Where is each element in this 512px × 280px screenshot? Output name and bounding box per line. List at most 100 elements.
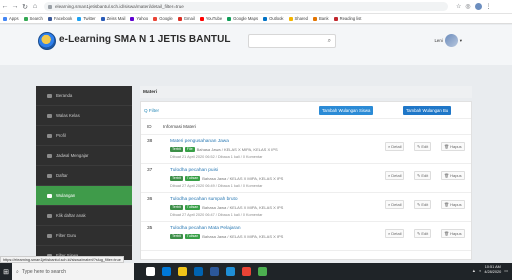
search-icon[interactable]: ⌕ — [328, 38, 331, 45]
network-icon[interactable]: ▲ — [472, 268, 476, 273]
reload-icon[interactable]: ↻ — [20, 3, 30, 11]
row-tags: Terbit Tulisan Bahasa Jawa / KELAS X MIP… — [170, 234, 283, 239]
row-subject: Bahasa Jawa / KELAS X MIPA, KELAS X IPS — [196, 147, 278, 152]
delete-button[interactable]: 🗑 Hapus — [441, 142, 465, 151]
star-icon[interactable]: ☆ — [456, 3, 461, 10]
maps-icon — [227, 16, 232, 21]
row-tags: Terbit Tulisan Bahasa Jawa / KELAS X MIP… — [170, 205, 283, 210]
file-explorer-icon[interactable] — [178, 267, 187, 276]
site-search[interactable]: ⌕ — [248, 34, 336, 48]
column-info: Informasi Materi — [163, 124, 196, 129]
edit-button[interactable]: ✎ Edit — [414, 171, 432, 180]
sidebar-item-klik-daftar[interactable]: Klik daftar anak — [36, 206, 132, 226]
bookmark-youtube[interactable]: YouTube — [199, 16, 222, 21]
sidebar-item-filter-guru[interactable]: Filter Guru — [36, 226, 132, 246]
page-title: Materi — [140, 86, 472, 98]
extension-icon[interactable]: ◎ — [465, 3, 470, 10]
bookmark-facebook[interactable]: Facebook — [47, 16, 72, 21]
bookmark-google[interactable]: Google — [153, 16, 173, 21]
filter-button[interactable]: Q Filter — [144, 108, 159, 113]
edge-icon[interactable] — [162, 267, 171, 276]
delete-button[interactable]: 🗑 Hapus — [441, 200, 465, 209]
row-title-link[interactable]: Tulodha pecahan puisi — [170, 168, 218, 173]
delete-button[interactable]: 🗑 Hapus — [441, 171, 465, 180]
profile-avatar[interactable] — [474, 3, 482, 10]
bookmark-search[interactable]: Search — [23, 16, 43, 21]
trash-icon: 🗑 — [444, 173, 450, 178]
sidebar-item-wulangan[interactable]: Wulangan — [36, 186, 132, 206]
bookmark-yahoo[interactable]: Yahoo — [130, 16, 148, 21]
bookmark-gmail[interactable]: Gmail — [177, 16, 195, 21]
word-icon[interactable] — [210, 267, 219, 276]
detail-button[interactable]: ⌕ Detail — [385, 142, 405, 151]
bookmark-mail[interactable]: Zeiss Mail — [100, 16, 125, 21]
bookmarks-bar: Apps Search Facebook Twitter Zeiss Mail … — [0, 14, 512, 24]
menu-icon[interactable]: ⋮ — [486, 3, 492, 10]
chrome-icon[interactable] — [242, 267, 251, 276]
forward-icon[interactable]: → — [10, 3, 20, 10]
row-title-link[interactable]: Tulodha pecahan sumpah bruto — [170, 197, 238, 202]
sidebar-item-beranda[interactable]: Beranda — [36, 86, 132, 106]
store-icon[interactable] — [194, 267, 203, 276]
home-icon[interactable]: ⌂ — [30, 3, 40, 10]
clock[interactable]: 10:51 AM 4/28/2020 — [484, 265, 501, 275]
add-wulangan-siswa-button[interactable]: Tambah Wulangan Siswa — [319, 106, 374, 115]
user-icon — [47, 133, 52, 138]
type-badge: Tulisan — [184, 176, 201, 181]
address-text: elearning.sman1jetisbantul.sch.id/siswa/… — [55, 4, 184, 9]
notifications-icon[interactable]: ▭ — [504, 268, 508, 273]
back-icon[interactable]: ← — [0, 3, 10, 10]
bookmark-apps[interactable]: Apps — [3, 16, 19, 21]
search-icon: ⌕ — [388, 202, 391, 207]
address-bar[interactable]: elearning.sman1jetisbantul.sch.id/siswa/… — [44, 2, 448, 11]
bookmark-reading-list[interactable]: Reading list — [333, 16, 361, 21]
task-view-icon[interactable] — [146, 267, 155, 276]
row-title-link[interactable]: Materi pengusahanan Jawa — [170, 139, 229, 144]
row-subject: Bahasa Jawa / KELAS X MIPA, KELAS X IPS — [202, 176, 284, 181]
materi-card: Q Filter Tambah Wulangan Siswa Tambah Wu… — [140, 101, 472, 260]
detail-button[interactable]: ⌕ Detail — [385, 171, 405, 180]
search-icon: ⌕ — [388, 231, 391, 236]
detail-button[interactable]: ⌕ Detail — [385, 229, 405, 238]
system-tray: ▲ ◖ 10:51 AM 4/28/2020 ▭ — [472, 265, 508, 275]
search-input[interactable] — [249, 35, 321, 47]
trash-icon: 🗑 — [444, 202, 450, 207]
add-wulangan-button[interactable]: Tambah Wulangan Bu — [403, 106, 452, 115]
delete-button[interactable]: 🗑 Hapus — [441, 229, 465, 238]
gmail-icon — [177, 16, 182, 21]
bank-icon — [313, 16, 318, 21]
row-meta: Dibuat 21 April 2020 06:52 / Dibaca 1 ka… — [170, 155, 263, 159]
type-badge: Tulisan — [184, 234, 201, 239]
bookmark-shared[interactable]: Shared — [288, 16, 308, 21]
calendar-icon — [47, 153, 52, 158]
taskbar-search[interactable]: ⌕ Type here to search — [12, 263, 134, 280]
volume-icon[interactable]: ◖ — [479, 268, 481, 273]
twitter-icon — [77, 16, 82, 21]
edit-icon: ✎ — [417, 231, 421, 236]
bookmark-bank[interactable]: Bank — [313, 16, 329, 21]
sidebar-item-walas[interactable]: Walas Kelas — [36, 106, 132, 126]
app-icon[interactable] — [258, 267, 267, 276]
bookmark-twitter[interactable]: Twitter — [77, 16, 96, 21]
bookmark-outlook[interactable]: Outlook — [263, 16, 284, 21]
sidebar-item-jadwal[interactable]: Jadwal Mengajar — [36, 146, 132, 166]
row-meta: Dibuat 27 April 2020 06:47 / Dibaca 1 ka… — [170, 213, 263, 217]
windows-start-icon[interactable]: ⊞ — [0, 263, 12, 280]
bookmark-maps[interactable]: Google Maps — [227, 16, 258, 21]
search-engine-icon — [23, 16, 28, 21]
edit-button[interactable]: ✎ Edit — [414, 229, 432, 238]
edit-button[interactable]: ✎ Edit — [414, 200, 432, 209]
sidebar-item-daftar[interactable]: Daftar — [36, 166, 132, 186]
status-badge: Terbit — [170, 147, 183, 152]
row-title-link[interactable]: Tulodha pecahan Mata Pelajaran — [170, 226, 241, 231]
edit-button[interactable]: ✎ Edit — [414, 142, 432, 151]
row-subject: Bahasa Jawa / KELAS X MIPA, KELAS X IPS — [202, 234, 284, 239]
outlook-icon[interactable] — [226, 267, 235, 276]
detail-button[interactable]: ⌕ Detail — [385, 200, 405, 209]
youtube-icon — [199, 16, 204, 21]
status-badge: Terbit — [170, 234, 183, 239]
row-id: 36 — [147, 197, 153, 202]
school-logo — [38, 32, 56, 50]
sidebar-item-profil[interactable]: Profil — [36, 126, 132, 146]
user-menu[interactable]: Leni ▾ — [434, 34, 462, 47]
